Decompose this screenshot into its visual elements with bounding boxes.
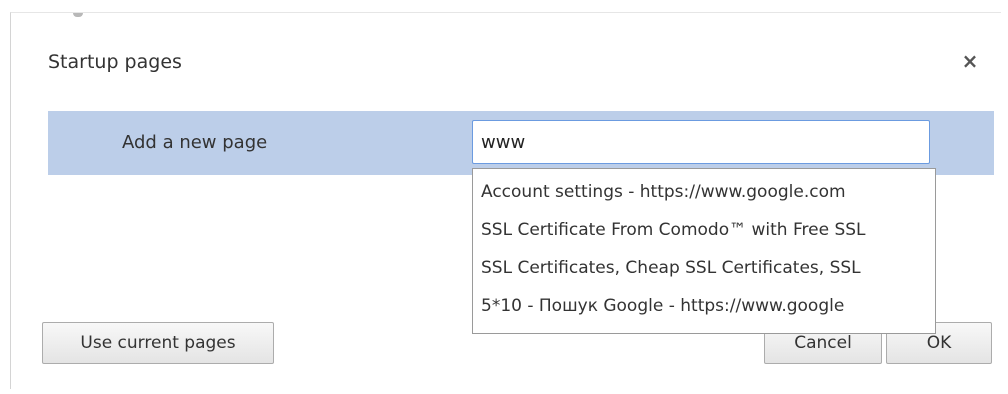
autocomplete-dropdown: Account settings - https://www.google.co… (472, 168, 936, 334)
suggestion-item[interactable]: SSL Certificate From Comodo™ with Free S… (473, 211, 935, 249)
use-current-pages-button[interactable]: Use current pages (42, 322, 274, 364)
page: Startup pages × Add a new page Account s… (0, 0, 1008, 394)
add-page-label: Add a new page (122, 132, 268, 153)
suggestion-item[interactable]: SSL Certificates, Cheap SSL Certificates… (473, 249, 935, 287)
suggestion-item[interactable]: Account settings - https://www.google.co… (473, 173, 935, 211)
add-page-url-input[interactable] (472, 120, 930, 164)
close-icon[interactable]: × (958, 48, 982, 74)
dialog-corner-mark (73, 13, 83, 17)
suggestion-item[interactable]: 5*10 - Пошук Google - https://www.google (473, 287, 935, 325)
dialog-title: Startup pages (48, 51, 182, 73)
